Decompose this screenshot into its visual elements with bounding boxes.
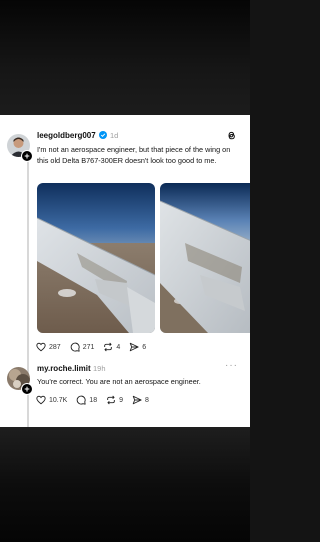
- post-photo-2[interactable]: [160, 183, 250, 333]
- post-body-text: I'm not an aerospace engineer, but that …: [37, 145, 231, 165]
- reply-timestamp: 19h: [93, 364, 106, 373]
- verified-badge-icon: [99, 131, 107, 139]
- reply-share-button[interactable]: 8: [132, 395, 149, 405]
- more-icon[interactable]: ···: [225, 360, 238, 371]
- reply-count: 271: [82, 343, 95, 351]
- follow-plus-icon[interactable]: +: [21, 150, 33, 162]
- comment-icon: [70, 342, 80, 352]
- reply-actions: 10.7K 18 9 8: [36, 395, 158, 405]
- reply-repost-button[interactable]: 9: [106, 395, 123, 405]
- repost-icon: [107, 395, 115, 405]
- reply-repost-count: 9: [119, 396, 123, 404]
- reply-like-button[interactable]: 10.7K: [36, 395, 67, 405]
- post-actions: 287 271 4 6: [36, 342, 155, 352]
- heart-icon: [36, 342, 46, 352]
- comment-icon: [77, 395, 86, 405]
- share-button[interactable]: 6: [129, 342, 146, 352]
- like-button[interactable]: 287: [36, 342, 61, 352]
- reply-reply-count: 18: [89, 396, 98, 404]
- reply-username[interactable]: my.roche.limit: [37, 364, 91, 373]
- reply-share-count: 8: [145, 396, 149, 404]
- send-icon: [130, 342, 139, 352]
- thread-card: + leegoldberg007 1d I'm not an aerospace…: [0, 115, 250, 427]
- reply-body-text: You're correct. You are not an aerospace…: [37, 377, 201, 386]
- like-count: 287: [49, 343, 61, 351]
- reply-reply-button[interactable]: 18: [76, 395, 97, 405]
- heart-icon: [36, 395, 46, 405]
- threads-logo-icon[interactable]: [226, 130, 237, 141]
- bottom-backdrop: [0, 427, 250, 542]
- reply-button[interactable]: 271: [70, 342, 95, 352]
- author-username[interactable]: leegoldberg007: [37, 131, 96, 140]
- reply-like-count: 10.7K: [49, 396, 68, 404]
- share-count: 6: [142, 343, 147, 351]
- top-backdrop: [0, 0, 250, 115]
- reply-follow-plus-icon[interactable]: +: [21, 383, 33, 395]
- repost-icon: [104, 342, 113, 352]
- post-timestamp: 1d: [110, 131, 119, 140]
- repost-count: 4: [116, 343, 121, 351]
- repost-button[interactable]: 4: [103, 342, 120, 352]
- send-icon: [132, 395, 142, 405]
- post-photo-1[interactable]: [37, 183, 155, 333]
